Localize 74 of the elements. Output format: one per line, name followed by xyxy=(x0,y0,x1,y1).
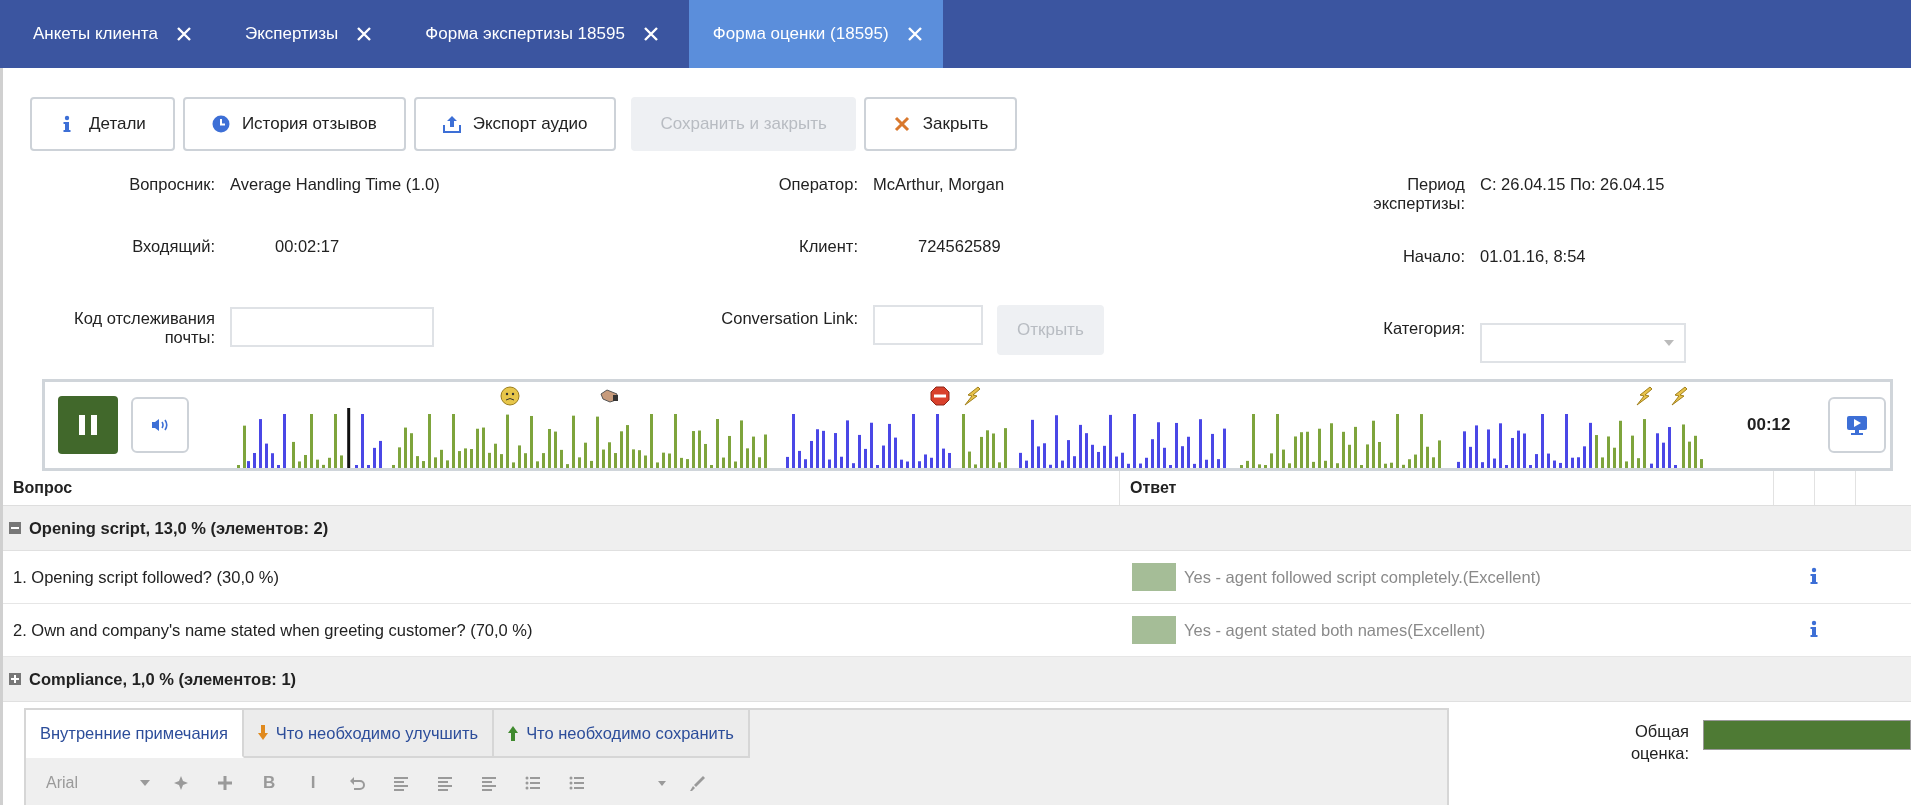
close-icon xyxy=(356,26,373,42)
close-icon xyxy=(906,26,923,42)
list-icon xyxy=(569,775,585,791)
group-row[interactable]: Opening script, 13,0 % (элементов: 2) xyxy=(3,506,1911,551)
caret-icon xyxy=(140,780,150,786)
toolbar-button[interactable]: История отзывов xyxy=(182,97,406,151)
field-label: Код отслеживания почты: xyxy=(73,308,215,348)
table-cell-text: 1. Opening script followed? (30,0 %) xyxy=(12,567,280,587)
info-icon xyxy=(1809,567,1819,587)
field-value: 00:02:17 xyxy=(274,236,341,257)
upload-icon xyxy=(442,115,461,133)
tab[interactable]: Внутренние примечания xyxy=(26,710,244,758)
time-label: 00:12 xyxy=(1747,415,1791,435)
dropdown-field[interactable] xyxy=(1480,323,1686,363)
close-icon xyxy=(175,26,192,42)
toolbar-button[interactable]: Закрыть xyxy=(863,97,1018,151)
lightning-icon xyxy=(1634,386,1654,406)
align-icon xyxy=(393,775,409,791)
tab[interactable]: Экспертизы xyxy=(211,0,393,68)
screen-button[interactable] xyxy=(1828,397,1886,453)
stop-sign-icon xyxy=(930,386,950,406)
caret-icon xyxy=(658,780,666,786)
answer-text: Yes - agent stated both names(Excellent) xyxy=(1184,620,1486,640)
field-label: Период экспертизы: xyxy=(1372,174,1465,214)
toolbar-button[interactable]: Детали xyxy=(30,97,175,151)
tab[interactable]: Форма экспертизы 18595 xyxy=(392,0,679,68)
lightning-icon xyxy=(962,386,982,406)
group-row[interactable]: Compliance, 1,0 % (элементов: 1) xyxy=(3,657,1911,702)
playhead[interactable] xyxy=(347,408,351,468)
field-label: Входящий: xyxy=(131,236,215,257)
sad-face-icon xyxy=(500,386,520,406)
close-icon xyxy=(642,26,659,42)
field-label: Категория: xyxy=(1382,318,1465,339)
field-label: Вопросник: xyxy=(128,174,215,195)
align-icon xyxy=(481,775,497,791)
clock-icon xyxy=(211,115,230,133)
column-header: Вопрос xyxy=(3,471,1120,505)
up-arrow-icon xyxy=(508,725,519,741)
monitor-icon xyxy=(1846,415,1868,435)
input-field[interactable] xyxy=(873,305,983,345)
down-arrow-icon xyxy=(257,725,268,741)
tab[interactable]: Анкеты клиента xyxy=(0,0,212,68)
lightning-icon xyxy=(1669,386,1689,406)
pause-button[interactable] xyxy=(58,396,118,454)
info-icon xyxy=(1809,620,1819,640)
tab[interactable]: Что необходимо улучшить xyxy=(243,710,495,758)
caret-icon xyxy=(1664,340,1674,346)
field-label: Оператор: xyxy=(777,174,858,195)
column-header: Ответ xyxy=(1120,471,1774,505)
field-value: 724562589 xyxy=(917,236,1002,257)
toolbar-button[interactable]: Экспорт аудио xyxy=(413,97,617,151)
plus-icon xyxy=(217,775,233,791)
input-field[interactable] xyxy=(230,307,434,347)
field-value: Average Handling Time (1.0) xyxy=(229,174,441,195)
speaker-icon xyxy=(151,418,169,432)
brush-icon xyxy=(689,775,705,791)
list-icon xyxy=(525,775,541,791)
answer-text: Yes - agent followed script completely.(Excellent) xyxy=(1184,567,1541,587)
star-icon xyxy=(173,775,189,791)
field-label: Начало: xyxy=(1401,246,1465,267)
align-icon xyxy=(437,775,453,791)
tab[interactable]: Что необходимо сохранить xyxy=(494,710,750,758)
field-value: 01.01.16, 8:54 xyxy=(1479,246,1587,267)
field-value: McArthur, Morgan xyxy=(872,174,1006,195)
close-icon xyxy=(892,115,911,133)
table-cell-text: 2. Own and company's name stated when greeting customer? (70,0 %) xyxy=(12,620,534,640)
undo-icon xyxy=(349,775,365,791)
score-label: Общая оценка: xyxy=(1629,721,1689,765)
field-label: Conversation Link: xyxy=(720,308,858,329)
field-label: Клиент: xyxy=(798,236,858,257)
volume-button[interactable] xyxy=(131,397,189,453)
handshake-icon xyxy=(599,386,619,406)
pause-icon xyxy=(77,413,99,437)
field-value: С: 26.04.15 По: 26.04.15 xyxy=(1479,174,1666,195)
